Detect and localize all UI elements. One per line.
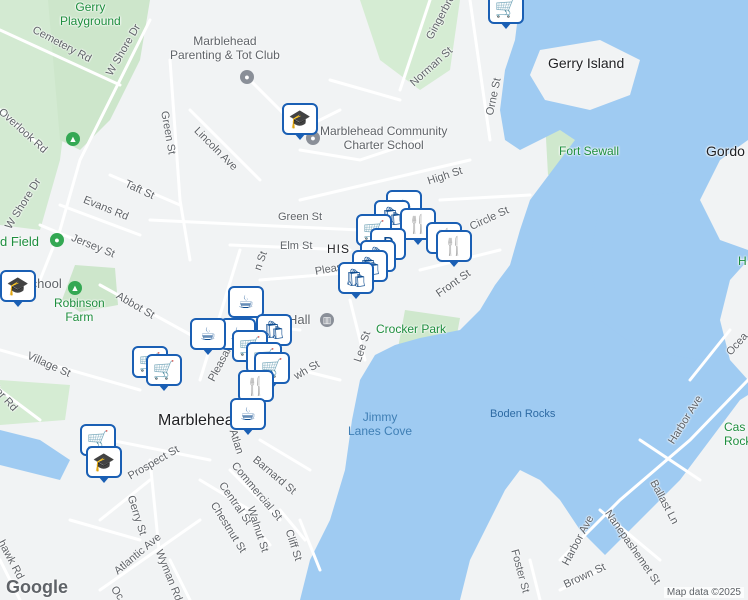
pin-school-left-icon[interactable]: 🎓 [0, 270, 36, 307]
poi-label-community-charter-school[interactable]: Marblehead Community Charter School [320, 124, 447, 152]
pin-coffee-icon-2[interactable]: ☕ [190, 318, 226, 355]
park-label-h: H [738, 254, 747, 268]
island-label-gordon: Gordo [706, 143, 745, 159]
district-label-historic: HIS [327, 242, 351, 256]
street-label-green-st-h: Green St [278, 211, 323, 223]
park-label-gerry-playground: Gerry Playground [60, 0, 121, 28]
pin-shopping-bag-icon[interactable]: 🛍 [338, 262, 374, 299]
poi-icon: ● [240, 70, 254, 84]
park-label-crocker-park[interactable]: Crocker Park [376, 322, 446, 336]
park-icon: ▲ [66, 132, 80, 146]
google-logo[interactable]: Google [6, 577, 68, 598]
pin-school-icon-2[interactable]: 🎓 [86, 446, 122, 483]
park-icon-robinson: ▲ [68, 281, 82, 295]
park-label-castle-rock[interactable]: Cas Rock [724, 420, 748, 448]
park-label-robinson-farm[interactable]: Robinson Farm [54, 296, 105, 324]
park-label-fort-sewall[interactable]: Fort Sewall [559, 144, 619, 158]
water-label-boden-rocks: Boden Rocks [490, 408, 556, 420]
town-hall-icon: ▥ [320, 313, 334, 327]
street-label-elm-st: Elm St [280, 240, 313, 252]
water-label-jimmy-lanes-cove: Jimmy Lanes Cove [348, 410, 413, 438]
pin-restaurant-icon-3[interactable]: 🍴 [436, 230, 472, 267]
park-label-field[interactable]: d Field [0, 234, 39, 249]
park-icon-field: ● [50, 233, 64, 247]
map-base-layer [0, 0, 748, 600]
poi-label-parenting-club[interactable]: Marblehead Parenting & Tot Club [170, 34, 280, 62]
island-label-gerry-island: Gerry Island [548, 55, 625, 71]
map-attribution[interactable]: Map data ©2025 [663, 587, 744, 598]
pin-cart-icon[interactable]: 🛒 [488, 0, 524, 29]
pin-cart-icon-4[interactable]: 🛒 [146, 354, 182, 391]
map-canvas[interactable]: Gerry Playground Marblehead Parenting & … [0, 0, 748, 600]
pin-school-icon[interactable]: 🎓 [282, 103, 318, 140]
pin-coffee-icon[interactable]: ☕ [228, 286, 264, 323]
pin-coffee-icon-3[interactable]: ☕ [230, 398, 266, 435]
